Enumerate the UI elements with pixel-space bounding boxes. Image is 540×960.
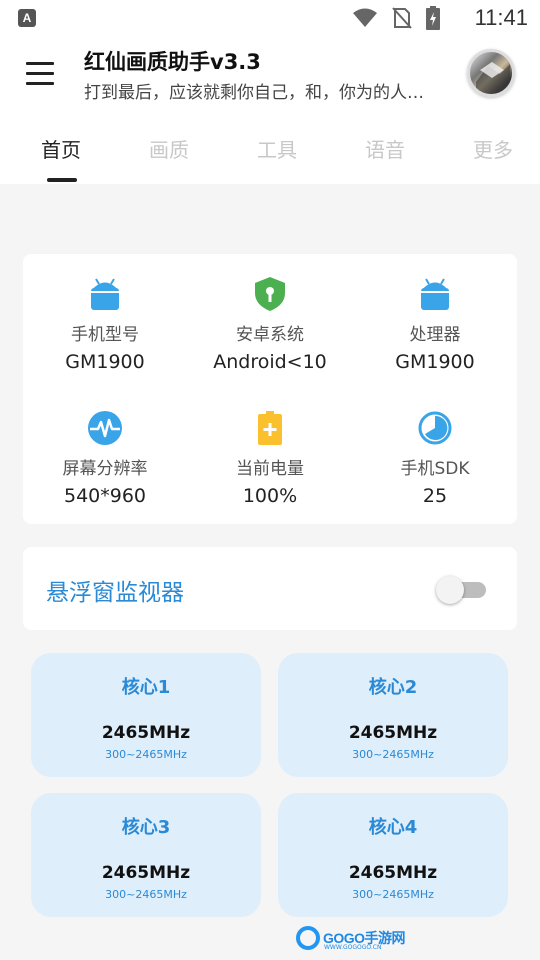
tab-quality[interactable]: 画质 (149, 134, 189, 163)
battery-icon (252, 410, 288, 446)
notification-badge-label: A (22, 11, 32, 25)
info-label: 屏幕分辨率 (62, 459, 148, 479)
info-value: 100% (242, 485, 298, 507)
info-sdk: 手机SDK 25 (353, 410, 517, 507)
info-android-version: 安卓系统 Android<10 (188, 276, 352, 373)
android-icon (87, 276, 123, 312)
toggle-thumb (436, 576, 464, 604)
info-value: GM1900 (65, 351, 145, 373)
battery-charging-icon (426, 6, 440, 30)
shield-icon (252, 276, 288, 312)
info-value: 25 (422, 485, 448, 507)
info-value: 540*960 (63, 485, 147, 507)
tab-voice[interactable]: 语音 (365, 134, 405, 163)
avatar-image (476, 62, 510, 94)
no-sim-icon (392, 7, 412, 29)
tab-home[interactable]: 首页 (41, 134, 81, 163)
android-icon (417, 276, 453, 312)
info-battery: 当前电量 100% (188, 410, 352, 507)
core-card-4[interactable]: 核心4 2465MHz 300~2465MHz (278, 793, 508, 917)
tab-more[interactable]: 更多 (473, 134, 513, 163)
core-title: 核心3 (121, 817, 171, 838)
core-card-1[interactable]: 核心1 2465MHz 300~2465MHz (31, 653, 261, 777)
status-icons (352, 6, 440, 30)
app-title: 红仙画质助手v3.3 (84, 50, 261, 74)
wifi-icon (353, 8, 377, 27)
notification-a-icon: A (18, 9, 36, 27)
core-frequency: 2465MHz (101, 863, 191, 883)
info-processor: 处理器 GM1900 (353, 276, 517, 373)
app-bar: 红仙画质助手v3.3 打到最后，应该就剩你自己，和，你为的人… (0, 36, 540, 124)
info-value: Android<10 (213, 351, 327, 373)
tab-tools[interactable]: 工具 (257, 134, 297, 163)
user-avatar[interactable] (467, 49, 515, 97)
floating-monitor-label: 悬浮窗监视器 (46, 580, 184, 606)
info-label: 安卓系统 (236, 325, 304, 345)
core-range: 300~2465MHz (105, 888, 187, 901)
hamburger-menu-icon[interactable] (26, 60, 58, 88)
info-label: 当前电量 (236, 459, 304, 479)
core-range: 300~2465MHz (105, 748, 187, 761)
tab-indicator (47, 178, 77, 182)
core-title: 核心2 (368, 677, 418, 698)
watermark-url: WWW.GOGOGO.CN (324, 944, 382, 951)
core-card-3[interactable]: 核心3 2465MHz 300~2465MHz (31, 793, 261, 917)
info-label: 手机SDK (400, 459, 470, 479)
device-info-card: 手机型号 GM1900 安卓系统 Android<10 处理器 GM1900 屏… (23, 254, 517, 524)
info-phone-model: 手机型号 GM1900 (23, 276, 187, 373)
status-bar: A 11:41 (0, 0, 540, 36)
floating-monitor-toggle[interactable] (436, 576, 488, 604)
core-frequency: 2465MHz (348, 863, 438, 883)
info-label: 处理器 (409, 325, 461, 345)
watermark-icon (296, 926, 320, 950)
floating-monitor-card: 悬浮窗监视器 (23, 547, 517, 630)
tab-bar: 首页 画质 工具 语音 更多 (0, 124, 540, 184)
app-subtitle: 打到最后，应该就剩你自己，和，你为的人… (84, 83, 424, 103)
info-resolution: 屏幕分辨率 540*960 (23, 410, 187, 507)
info-value: GM1900 (395, 351, 475, 373)
pulse-icon (87, 410, 123, 446)
core-frequency: 2465MHz (348, 723, 438, 743)
sdk-icon (417, 410, 453, 446)
watermark-logo: GOGO手游网 WWW.GOGOGO.CN (296, 924, 406, 952)
core-title: 核心1 (121, 677, 171, 698)
core-range: 300~2465MHz (352, 888, 434, 901)
core-range: 300~2465MHz (352, 748, 434, 761)
core-card-2[interactable]: 核心2 2465MHz 300~2465MHz (278, 653, 508, 777)
core-title: 核心4 (368, 817, 418, 838)
status-time: 11:41 (474, 5, 528, 30)
core-frequency: 2465MHz (101, 723, 191, 743)
info-label: 手机型号 (71, 325, 139, 345)
